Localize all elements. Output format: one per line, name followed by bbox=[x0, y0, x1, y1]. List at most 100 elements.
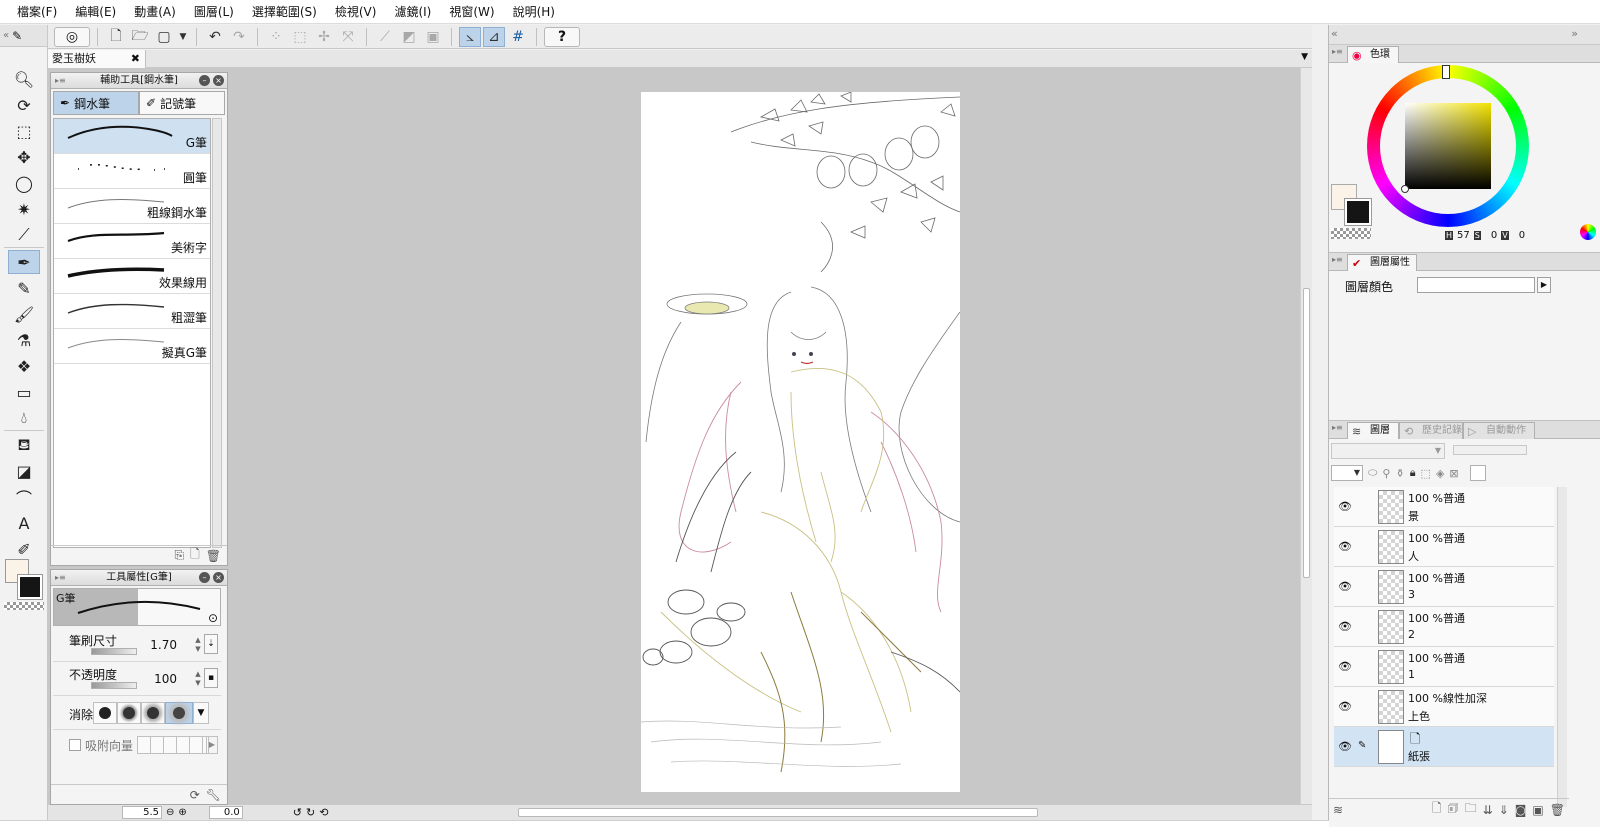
layer-color-button[interactable]: ▶ bbox=[1537, 277, 1551, 293]
undo-icon[interactable]: ↶ bbox=[204, 27, 226, 47]
close-document-icon[interactable]: ✖ bbox=[131, 50, 140, 68]
tab-color-wheel[interactable]: ◉ 色環 bbox=[1347, 46, 1399, 63]
visibility-eye-icon[interactable]: 👁︎ bbox=[1338, 700, 1352, 713]
ruler-show-icon[interactable]: ⊠ bbox=[1449, 467, 1458, 480]
panel-menu-icon[interactable]: ▸≡ bbox=[1332, 255, 1343, 264]
opacity-value[interactable]: 100 bbox=[154, 672, 177, 686]
canvas-horizontal-scrollbar[interactable] bbox=[518, 808, 1038, 817]
minimize-panel-icon[interactable]: – bbox=[199, 572, 210, 583]
invert-selection-icon[interactable]: ✢ bbox=[313, 27, 335, 47]
opacity-dynamics-button[interactable]: ▪ bbox=[204, 668, 218, 688]
layer-row[interactable]: 👁︎ 100 %普通 人 bbox=[1334, 527, 1554, 567]
brush-size-value[interactable]: 1.70 bbox=[150, 638, 177, 652]
menu-animation[interactable]: 動畫(A) bbox=[125, 0, 185, 24]
eyedropper-tool-icon[interactable]: ⟋ bbox=[8, 223, 40, 247]
visibility-eye-icon[interactable]: 👁︎ bbox=[1338, 500, 1352, 513]
blend-mode-dropdown[interactable]: ▼ bbox=[1331, 443, 1445, 459]
hue-marker[interactable] bbox=[1442, 65, 1450, 79]
airbrush-tool-icon[interactable]: ⚗ bbox=[8, 328, 40, 352]
menu-layer[interactable]: 圖層(L) bbox=[185, 0, 243, 24]
brush-item-thick-pen[interactable]: 粗線鋼水筆 bbox=[54, 189, 210, 224]
zoom-tool-icon[interactable]: 🔍︎ bbox=[8, 67, 40, 91]
lock-layer-icon[interactable]: 🔒︎ bbox=[1410, 466, 1416, 480]
tab-list-dropdown-icon[interactable]: ▼ bbox=[1301, 52, 1308, 62]
menu-window[interactable]: 視窗(W) bbox=[440, 0, 503, 24]
tab-auto-action[interactable]: ▷ 自動動作 bbox=[1463, 422, 1535, 439]
transparent-color-swatch[interactable] bbox=[4, 602, 44, 610]
canvas-area[interactable] bbox=[48, 68, 1312, 804]
delete-layer-icon[interactable]: 🗑︎ bbox=[1550, 803, 1565, 817]
new-file-icon[interactable]: 🗋︎ bbox=[105, 27, 127, 47]
menu-selection[interactable]: 選擇範圍(S) bbox=[243, 0, 326, 24]
antialias-medium-option[interactable] bbox=[141, 702, 165, 724]
rotation-angle-value[interactable]: 0.0 bbox=[208, 806, 243, 819]
fill-tool-icon[interactable]: ⛾ bbox=[8, 433, 40, 457]
magic-wand-tool-icon[interactable]: ✷ bbox=[8, 197, 40, 221]
brush-item-round-pen[interactable]: 圓筆 bbox=[54, 154, 210, 189]
new-folder-icon[interactable]: 🗀︎ bbox=[1465, 799, 1477, 820]
zoom-out-icon[interactable]: ⊖ bbox=[166, 807, 174, 818]
panel-menu-icon[interactable]: ▸≡ bbox=[55, 570, 66, 586]
sv-marker[interactable] bbox=[1401, 185, 1409, 193]
brush-item-real-g-pen[interactable]: 擬真G筆 bbox=[54, 329, 210, 364]
main-color-swatch[interactable] bbox=[1344, 198, 1372, 226]
menu-view[interactable]: 檢視(V) bbox=[326, 0, 386, 24]
layer-row[interactable]: 👁︎ 100 %普通 1 bbox=[1334, 647, 1554, 687]
opacity-spinner[interactable]: ▲ ▼ bbox=[193, 670, 203, 688]
merge-down-icon[interactable]: ⇓ bbox=[1499, 803, 1509, 817]
layer-color-field[interactable] bbox=[1417, 277, 1535, 293]
vector-snap-checkbox[interactable] bbox=[69, 739, 81, 751]
brush-item-rough-pen[interactable]: 粗澀筆 bbox=[54, 294, 210, 329]
mask-enable-icon[interactable]: ◈ bbox=[1436, 467, 1444, 480]
collapse-dock-left-icon[interactable]: « bbox=[1331, 27, 1338, 40]
visibility-eye-icon[interactable]: 👁︎ bbox=[1338, 580, 1352, 593]
canvas-paper[interactable] bbox=[641, 92, 960, 792]
collapse-left-icon[interactable]: « bbox=[3, 30, 9, 41]
draft-layer-icon[interactable]: ⚱ bbox=[1395, 467, 1404, 480]
tab-pen[interactable]: ✒ 鋼水筆 bbox=[53, 91, 139, 115]
clip-studio-icon[interactable]: ◎ bbox=[54, 26, 90, 47]
snap-to-grid-icon[interactable]: # bbox=[507, 27, 529, 47]
layer-row[interactable]: 👁︎ 100 %普通 3 bbox=[1334, 567, 1554, 607]
rotate-view-tool-icon[interactable]: ⟳ bbox=[8, 93, 40, 117]
blend-tool-icon[interactable]: 💧︎ bbox=[8, 406, 40, 430]
gradient-tool-icon[interactable]: ◪ bbox=[8, 459, 40, 483]
antialias-dropdown-icon[interactable]: ▼ bbox=[193, 702, 209, 724]
help-icon[interactable]: ? bbox=[544, 26, 580, 47]
expand-dock-right-icon[interactable]: » bbox=[1571, 27, 1578, 40]
canvas-vertical-scrollbar[interactable] bbox=[1300, 68, 1312, 804]
eraser-tool-icon[interactable]: ▭ bbox=[8, 380, 40, 404]
vector-snap-next-icon[interactable]: ▶ bbox=[206, 736, 218, 754]
zoom-in-icon[interactable]: ⊕ bbox=[178, 807, 186, 818]
transfer-down-icon[interactable]: ⇊ bbox=[1483, 803, 1493, 817]
create-mask-icon[interactable]: ◙ bbox=[1515, 803, 1527, 817]
layer-row[interactable]: 👁︎ 100 %普通 景 bbox=[1334, 487, 1554, 527]
opacity-slider[interactable] bbox=[91, 682, 137, 689]
clip-layer-icon[interactable]: ⬭ bbox=[1368, 466, 1377, 480]
layer-opacity-slider[interactable] bbox=[1453, 445, 1527, 455]
panel-menu-icon[interactable]: ▸≡ bbox=[1332, 423, 1343, 432]
pen-tab-icon[interactable]: ✎ bbox=[12, 29, 22, 43]
snap-to-special-ruler-icon[interactable]: ⊿ bbox=[483, 26, 505, 47]
panel-menu-icon[interactable]: ▸≡ bbox=[55, 73, 66, 89]
visibility-eye-icon[interactable]: 👁︎ bbox=[1338, 740, 1352, 753]
layer-panel-menu-icon[interactable]: ≋ bbox=[1333, 803, 1343, 817]
close-panel-icon[interactable]: × bbox=[213, 572, 224, 583]
zoom-preview-icon[interactable]: ⊙ bbox=[208, 611, 218, 625]
menu-file[interactable]: 檔案(F) bbox=[8, 0, 66, 24]
visibility-eye-icon[interactable]: 👁︎ bbox=[1338, 660, 1352, 673]
new-sub-tool-icon[interactable]: 🗋︎ bbox=[190, 545, 200, 566]
reset-properties-icon[interactable]: ⟳ bbox=[190, 788, 200, 802]
correct-line-tool-icon[interactable]: ✐ bbox=[8, 537, 40, 561]
object-tool-icon[interactable]: ⬚ bbox=[8, 119, 40, 143]
menu-edit[interactable]: 編輯(E) bbox=[66, 0, 125, 24]
crop-icon[interactable]: ⬚ bbox=[289, 27, 311, 47]
scale-icon[interactable]: ⤧ bbox=[337, 27, 359, 47]
save-dropdown-icon[interactable]: ▼ bbox=[177, 27, 189, 47]
document-tab[interactable]: 愛玉樹妖 ✖ bbox=[48, 50, 146, 68]
antialias-strong-option[interactable] bbox=[165, 702, 193, 724]
reference-layer-icon[interactable]: ⚲ bbox=[1382, 467, 1390, 480]
move-layer-tool-icon[interactable]: ✥ bbox=[8, 145, 40, 169]
new-vector-layer-icon[interactable]: 🗊︎ bbox=[1448, 799, 1459, 820]
fill-selection-icon[interactable]: ◩ bbox=[398, 27, 420, 47]
